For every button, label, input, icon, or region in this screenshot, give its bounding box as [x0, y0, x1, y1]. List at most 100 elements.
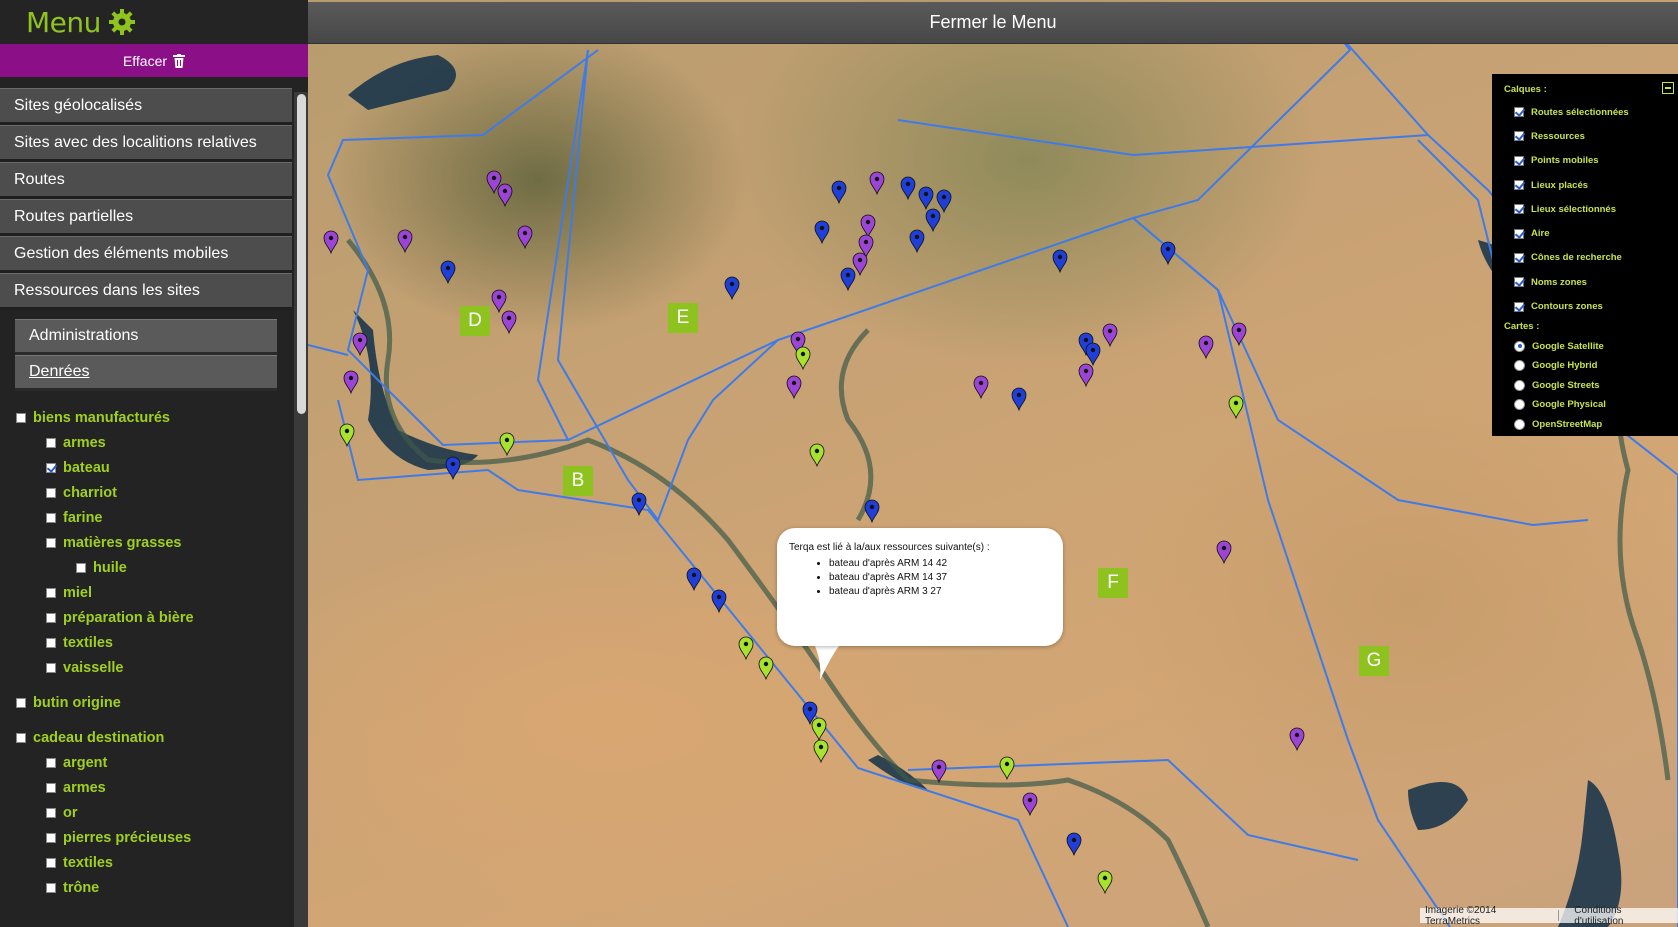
- tree-item[interactable]: pierres précieuses: [0, 825, 308, 850]
- nav-item-site-resources[interactable]: Ressources dans les sites: [0, 273, 292, 310]
- map-marker[interactable]: [809, 443, 825, 468]
- map-marker[interactable]: [1022, 792, 1038, 817]
- map-marker[interactable]: [1011, 387, 1027, 412]
- layer-toggle[interactable]: Contours zones: [1504, 294, 1678, 318]
- tree-item[interactable]: farine: [0, 505, 308, 530]
- tree-item[interactable]: bateau: [0, 455, 308, 480]
- tree-item[interactable]: or: [0, 800, 308, 825]
- map-marker[interactable]: [686, 567, 702, 592]
- map-marker[interactable]: [497, 183, 513, 208]
- map-marker[interactable]: [999, 756, 1015, 781]
- map-type-radio[interactable]: [1514, 379, 1525, 391]
- tree-item[interactable]: textiles: [0, 850, 308, 875]
- close-menu-button[interactable]: Fermer le Menu: [308, 2, 1678, 44]
- map-marker[interactable]: [831, 180, 847, 205]
- map-marker[interactable]: [1052, 249, 1068, 274]
- layers-collapse-icon[interactable]: [1662, 82, 1674, 94]
- tree-checkbox[interactable]: [46, 662, 56, 673]
- map-marker[interactable]: [852, 252, 868, 277]
- map-marker[interactable]: [517, 225, 533, 250]
- tree-checkbox[interactable]: [76, 562, 86, 573]
- nav-item-partial-routes[interactable]: Routes partielles: [0, 199, 292, 236]
- map-type-option[interactable]: Google Physical: [1504, 395, 1678, 415]
- map-view[interactable]: [308, 0, 1678, 927]
- map-marker[interactable]: [1097, 870, 1113, 895]
- tree-checkbox[interactable]: [46, 437, 56, 448]
- map-marker[interactable]: [738, 636, 754, 661]
- tree-checkbox[interactable]: [46, 487, 56, 498]
- map-type-radio[interactable]: [1514, 360, 1525, 372]
- tree-item[interactable]: argent: [0, 750, 308, 775]
- map-marker[interactable]: [631, 492, 647, 517]
- map-marker[interactable]: [864, 499, 880, 524]
- nav-item-mobile-elements[interactable]: Gestion des éléments mobiles: [0, 236, 292, 273]
- tree-checkbox[interactable]: [46, 612, 56, 623]
- tree-item[interactable]: miel: [0, 580, 308, 605]
- map-marker[interactable]: [814, 220, 830, 245]
- map-marker[interactable]: [1066, 832, 1082, 857]
- layer-checkbox[interactable]: [1514, 155, 1524, 166]
- tree-item[interactable]: matières grasses: [0, 530, 308, 555]
- map-marker[interactable]: [499, 432, 515, 457]
- tree-item[interactable]: préparation à bière: [0, 605, 308, 630]
- layer-toggle[interactable]: Points mobiles: [1504, 149, 1678, 173]
- layer-toggle[interactable]: Lieux sélectionnés: [1504, 197, 1678, 221]
- map-marker[interactable]: [909, 229, 925, 254]
- map-marker[interactable]: [925, 208, 941, 233]
- subnav-denrees[interactable]: Denrées: [15, 355, 277, 391]
- map-marker[interactable]: [918, 186, 934, 211]
- map-marker[interactable]: [343, 370, 359, 395]
- tree-item[interactable]: charriot: [0, 480, 308, 505]
- tree-checkbox[interactable]: [46, 882, 56, 893]
- layer-checkbox[interactable]: [1514, 204, 1524, 215]
- map-marker[interactable]: [1231, 322, 1247, 347]
- map-marker[interactable]: [936, 189, 952, 214]
- gear-icon[interactable]: [107, 7, 137, 37]
- map-marker[interactable]: [758, 656, 774, 681]
- tree-item[interactable]: textiles: [0, 630, 308, 655]
- tree-item[interactable]: cadeau destination: [0, 725, 308, 750]
- map-marker[interactable]: [811, 717, 827, 742]
- sidebar-scrollbar-thumb[interactable]: [297, 94, 306, 414]
- map-marker[interactable]: [840, 267, 856, 292]
- map-marker[interactable]: [1085, 342, 1101, 367]
- tree-item[interactable]: armes: [0, 430, 308, 455]
- layer-toggle[interactable]: Cônes de recherche: [1504, 246, 1678, 270]
- map-marker[interactable]: [1198, 335, 1214, 360]
- subnav-administrations[interactable]: Administrations: [15, 319, 277, 355]
- map-type-radio[interactable]: [1514, 399, 1525, 411]
- tree-item[interactable]: huile: [0, 555, 308, 580]
- map-marker[interactable]: [724, 276, 740, 301]
- map-marker[interactable]: [1216, 540, 1232, 565]
- layer-toggle[interactable]: Aire: [1504, 221, 1678, 245]
- tree-checkbox[interactable]: [46, 757, 56, 768]
- layer-checkbox[interactable]: [1514, 107, 1524, 118]
- layer-checkbox[interactable]: [1514, 180, 1524, 191]
- map-marker[interactable]: [795, 346, 811, 371]
- map-marker[interactable]: [786, 375, 802, 400]
- layer-toggle[interactable]: Noms zones: [1504, 270, 1678, 294]
- map-marker[interactable]: [860, 214, 876, 239]
- layer-checkbox[interactable]: [1514, 301, 1524, 312]
- tree-checkbox[interactable]: [46, 857, 56, 868]
- tree-item[interactable]: trône: [0, 875, 308, 900]
- map-marker[interactable]: [931, 759, 947, 784]
- map-marker[interactable]: [1078, 363, 1094, 388]
- nav-item-geolocated-sites[interactable]: Sites géolocalisés: [0, 88, 292, 125]
- tree-item[interactable]: butin origine: [0, 690, 308, 715]
- tree-checkbox[interactable]: [16, 697, 26, 708]
- tree-checkbox[interactable]: [16, 732, 26, 743]
- tree-checkbox[interactable]: [46, 512, 56, 523]
- nav-item-routes[interactable]: Routes: [0, 162, 292, 199]
- map-marker[interactable]: [1160, 241, 1176, 266]
- layer-checkbox[interactable]: [1514, 131, 1524, 142]
- map-type-option[interactable]: OpenStreetMap: [1504, 415, 1678, 435]
- layer-checkbox[interactable]: [1514, 277, 1524, 288]
- tree-item[interactable]: armes: [0, 775, 308, 800]
- layer-toggle[interactable]: Routes sélectionnées: [1504, 100, 1678, 124]
- terms-link[interactable]: Conditions d'utilisation: [1569, 905, 1678, 927]
- layer-toggle[interactable]: Lieux placés: [1504, 173, 1678, 197]
- map-marker[interactable]: [1289, 727, 1305, 752]
- tree-checkbox[interactable]: [46, 462, 56, 473]
- tree-item[interactable]: vaisselle: [0, 655, 308, 680]
